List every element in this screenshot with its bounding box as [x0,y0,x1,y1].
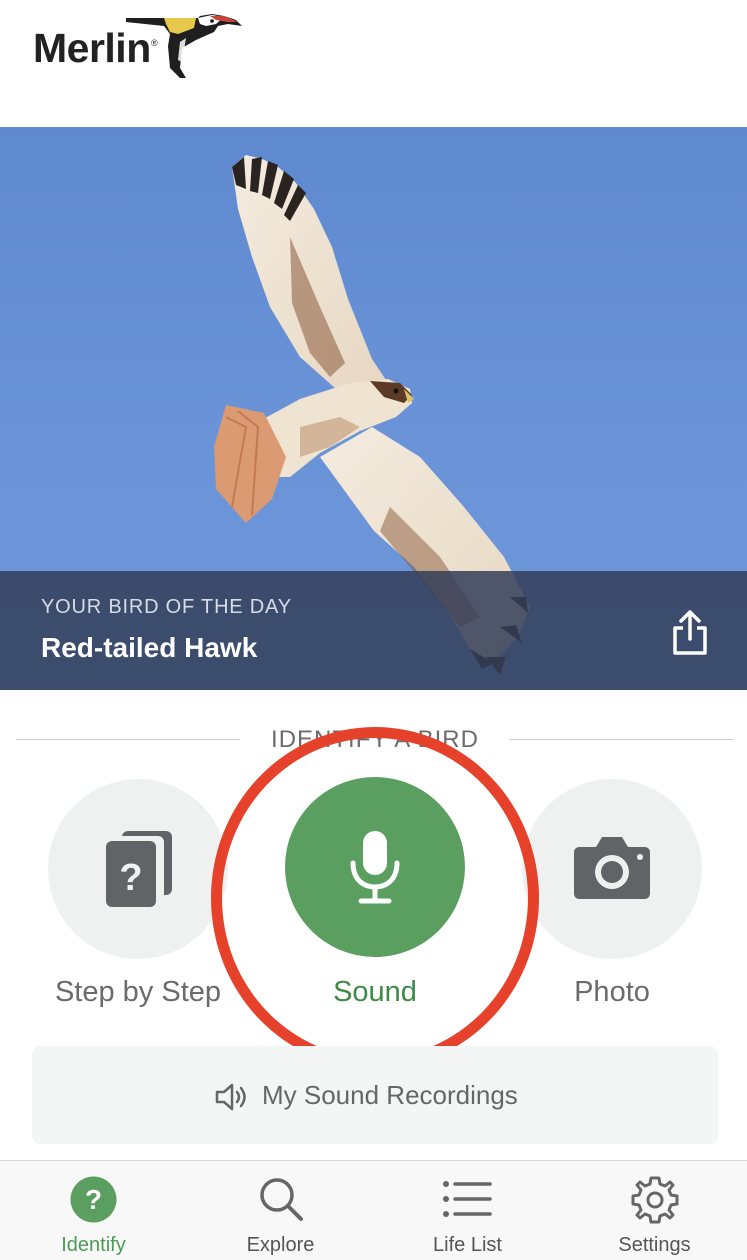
tab-explore-label: Explore [246,1234,315,1256]
merlin-bird-logo-icon [126,14,242,78]
bottom-tab-bar: ? Identify Explore Life List Settings [0,1160,747,1260]
svg-text:?: ? [119,857,142,899]
step-by-step-button[interactable]: ? [48,779,228,959]
app-header: Merlin ® [0,0,747,127]
list-icon [443,1181,492,1217]
tab-identify[interactable]: ? Identify [0,1161,187,1260]
camera-icon [574,837,650,899]
speaker-icon [215,1083,246,1111]
my-sound-recordings-label: My Sound Recordings [262,1080,518,1110]
annotation-circle [211,727,539,1069]
gear-icon [631,1176,679,1224]
tab-identify-label: Identify [61,1234,126,1256]
question-cards-icon: ? [106,831,172,907]
bird-of-the-day-card[interactable]: YOUR BIRD OF THE DAY Red-tailed Hawk [0,127,747,690]
section-divider-left [16,739,258,740]
bird-of-the-day-caption: YOUR BIRD OF THE DAY Red-tailed Hawk [0,571,747,690]
tab-settings[interactable]: Settings [561,1161,747,1260]
bird-of-the-day-label: YOUR BIRD OF THE DAY [41,596,292,618]
tab-settings-label: Settings [618,1234,691,1256]
tab-life-list-label: Life List [433,1234,502,1256]
question-icon: ? [70,1176,117,1223]
photo-label: Photo [574,976,650,1008]
tab-life-list[interactable]: Life List [374,1161,561,1260]
svg-text:?: ? [85,1184,102,1215]
section-divider-right [492,739,734,740]
search-icon [260,1178,303,1221]
bird-name: Red-tailed Hawk [41,632,258,663]
share-icon[interactable] [668,609,712,659]
photo-button[interactable] [522,779,702,959]
step-by-step-label: Step by Step [54,976,222,1008]
tab-explore[interactable]: Explore [187,1161,374,1260]
